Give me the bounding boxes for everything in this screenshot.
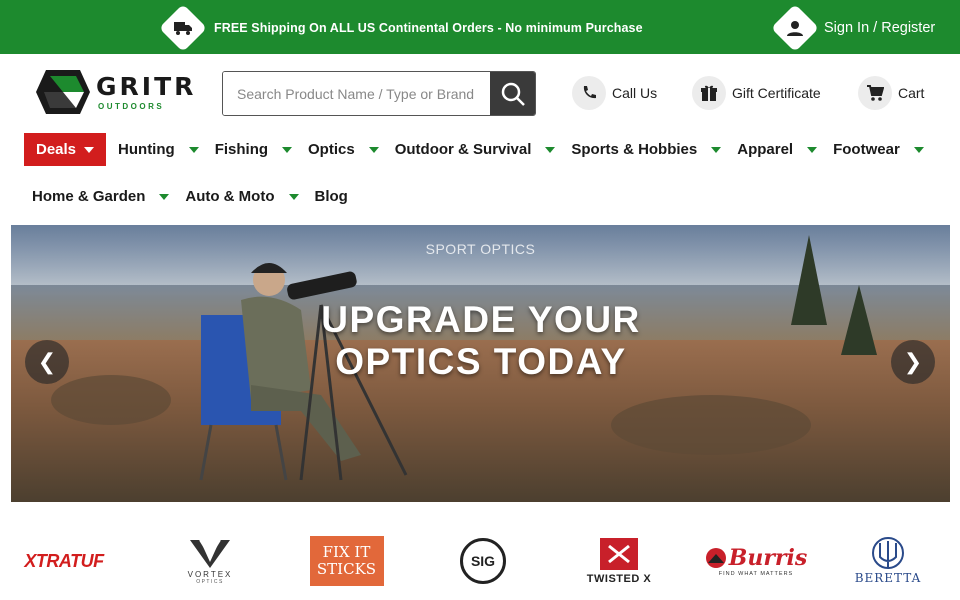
sig-logo: SIG: [460, 538, 506, 584]
search-icon: [501, 82, 525, 106]
twisted-x-wordmark: TWISTED X: [586, 572, 652, 585]
nav-label: Blog: [314, 188, 348, 205]
search-box: [222, 71, 536, 116]
call-us-link[interactable]: Call Us: [572, 76, 657, 110]
carousel-next-button[interactable]: ❯: [891, 340, 935, 384]
brand-twisted-x[interactable]: TWISTED X: [580, 530, 658, 592]
brand-sig-sauer[interactable]: SIG: [458, 530, 508, 592]
caret-down-icon: [913, 146, 924, 153]
banner-headline: UPGRADE YOUR OPTICS TODAY: [321, 299, 641, 382]
fix-it-sticks-logo: FIX IT STICKS: [309, 536, 384, 586]
burris-mountain-icon: [705, 548, 726, 568]
nav-label: Home & Garden: [32, 188, 146, 205]
gift-certificate-label[interactable]: Gift Certificate: [732, 85, 821, 101]
hero-banner[interactable]: SPORT OPTICS UPGRADE YOUR OPTICS TODAY ❮…: [11, 225, 950, 502]
sign-in-link[interactable]: Sign In / Register: [770, 3, 935, 53]
sign-in-label[interactable]: Sign In / Register: [824, 20, 935, 36]
gritr-logo[interactable]: GRITR OUTDOORS: [36, 68, 193, 118]
vortex-wordmark: VORTEX: [187, 569, 233, 579]
main-nav-row-1: Deals Hunting Fishing Optics Outdoor & S…: [24, 133, 924, 166]
brand-vortex[interactable]: VORTEX OPTICS: [175, 530, 245, 592]
phone-icon: [572, 76, 606, 110]
gift-certificate-link[interactable]: Gift Certificate: [692, 76, 821, 110]
caret-down-icon: [188, 146, 199, 153]
caret-down-icon: [288, 193, 299, 200]
call-us-label[interactable]: Call Us: [612, 85, 657, 101]
burris-wordmark: Burris: [728, 545, 808, 571]
nav-optics[interactable]: Optics: [308, 133, 379, 166]
banner-brush: [51, 375, 171, 425]
caret-down-icon: [711, 146, 722, 153]
nav-label: Outdoor & Survival: [394, 141, 532, 158]
nav-label: Apparel: [737, 141, 794, 158]
cart-label[interactable]: Cart: [898, 85, 924, 101]
caret-down-icon: [84, 146, 95, 153]
search-input[interactable]: [223, 72, 490, 115]
truck-icon: [158, 3, 208, 53]
logo-wordmark: GRITR: [96, 72, 197, 101]
fixit-line-1: FIX IT: [322, 543, 371, 561]
nav-label: Optics: [308, 141, 355, 158]
nav-hunting[interactable]: Hunting: [118, 133, 199, 166]
top-announcement-bar: FREE Shipping On ALL US Continental Orde…: [0, 0, 960, 54]
caret-down-icon: [159, 193, 170, 200]
nav-label: Fishing: [214, 141, 269, 158]
banner-tree: [841, 285, 877, 355]
nav-label: Hunting: [118, 141, 175, 158]
logo-mark-icon: [36, 70, 90, 114]
vortex-subtext: OPTICS: [196, 578, 224, 585]
shipping-notice: FREE Shipping On ALL US Continental Orde…: [158, 3, 643, 53]
shipping-text: FREE Shipping On ALL US Continental Orde…: [214, 21, 643, 35]
nav-label: Sports & Hobbies: [571, 141, 698, 158]
logo-tagline: OUTDOORS: [98, 102, 165, 111]
brand-burris[interactable]: Burris FIND WHAT MATTERS: [705, 530, 808, 592]
vortex-logo-icon: [190, 538, 230, 568]
brand-fix-it-sticks[interactable]: FIX IT STICKS: [309, 530, 384, 592]
nav-deals-label: Deals: [36, 141, 77, 158]
beretta-trident-icon: [872, 537, 904, 569]
nav-blog[interactable]: Blog: [315, 180, 348, 213]
nav-apparel[interactable]: Apparel: [737, 133, 818, 166]
banner-eyebrow: SPORT OPTICS: [425, 241, 536, 257]
nav-footwear[interactable]: Footwear: [833, 133, 924, 166]
search-button[interactable]: [490, 72, 535, 115]
nav-deals[interactable]: Deals: [24, 133, 107, 166]
nav-sports-hobbies[interactable]: Sports & Hobbies: [571, 133, 722, 166]
brand-beretta[interactable]: BERETTA: [852, 530, 924, 592]
xtratuf-logo: XTRATUF: [24, 550, 104, 571]
brand-xtratuf[interactable]: XTRATUF: [18, 530, 110, 592]
cart-icon: [858, 76, 892, 110]
caret-down-icon: [282, 146, 293, 153]
gift-icon: [692, 76, 726, 110]
nav-label: Auto & Moto: [185, 188, 275, 205]
caret-down-icon: [545, 146, 556, 153]
brand-logos-row: XTRATUF VORTEX OPTICS FIX IT STICKS SIG …: [0, 530, 960, 592]
nav-auto-moto[interactable]: Auto & Moto: [185, 180, 299, 213]
caret-down-icon: [368, 146, 379, 153]
fixit-line-2: STICKS: [316, 560, 377, 578]
nav-fishing[interactable]: Fishing: [214, 133, 293, 166]
user-icon: [770, 3, 820, 53]
beretta-wordmark: BERETTA: [854, 571, 922, 585]
nav-outdoor-survival[interactable]: Outdoor & Survival: [395, 133, 556, 166]
sig-wordmark: SIG: [470, 553, 496, 569]
cart-link[interactable]: Cart: [858, 76, 924, 110]
twisted-x-icon: [600, 537, 638, 570]
carousel-prev-button[interactable]: ❮: [25, 340, 69, 384]
main-nav-row-2: Home & Garden Auto & Moto Blog: [32, 180, 348, 213]
banner-brush: [611, 395, 811, 455]
burris-tagline: FIND WHAT MATTERS: [718, 571, 794, 577]
caret-down-icon: [807, 146, 818, 153]
nav-label: Footwear: [833, 141, 900, 158]
nav-home-garden[interactable]: Home & Garden: [32, 180, 170, 213]
